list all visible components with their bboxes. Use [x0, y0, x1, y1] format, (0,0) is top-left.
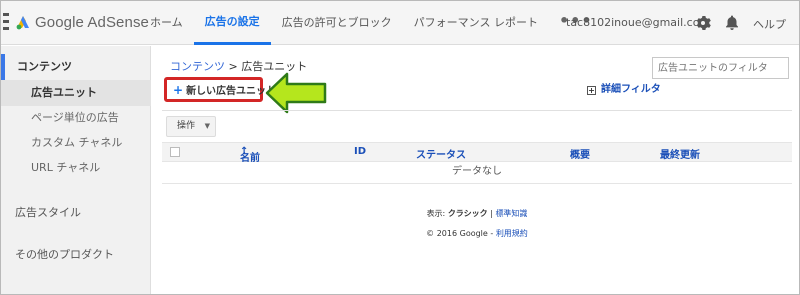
- sidebar-item-page-level-ads[interactable]: ページ単位の広告: [1, 105, 151, 131]
- advanced-filter-toggle[interactable]: + 詳細フィルタ: [587, 80, 661, 95]
- main-content: コンテンツ > 広告ユニット + 新しい広告ユニット +詳細フィルタ 操作 ▼ …: [152, 46, 799, 294]
- sidebar-item-ad-units[interactable]: 広告ユニット: [1, 80, 151, 106]
- new-ad-unit-button[interactable]: + 新しい広告ユニット: [164, 77, 276, 102]
- breadcrumb-content-link[interactable]: コンテンツ: [170, 60, 225, 73]
- tab-performance-reports[interactable]: パフォーマンス レポート: [403, 1, 549, 45]
- column-name[interactable]: 名前 ↑: [240, 146, 260, 164]
- empty-state-text: データなし: [162, 162, 792, 184]
- ad-units-table: 名前 ↑ ID ステータス 概要 最終更新 データなし: [162, 142, 792, 184]
- expand-icon: +: [587, 86, 596, 95]
- column-last-updated[interactable]: 最終更新: [660, 146, 700, 161]
- actions-dropdown[interactable]: 操作 ▼: [166, 116, 216, 137]
- sidebar-item-other-products[interactable]: その他のプロダクト: [1, 242, 151, 268]
- adsense-window: Google AdSense ホーム 広告の設定 広告の許可とブロック パフォー…: [0, 0, 800, 295]
- column-id[interactable]: ID: [354, 146, 366, 157]
- display-mode-row: 表示: クラシック | 標準知識: [162, 204, 792, 224]
- sidebar-item-url-channels[interactable]: URL チャネル: [1, 155, 151, 181]
- standard-mode-link[interactable]: 標準知識: [495, 209, 527, 218]
- copyright-row: © 2016 Google - 利用規約: [162, 224, 792, 244]
- account-email[interactable]: tac8102inoue@gmail.com: [566, 16, 710, 29]
- tab-ad-settings[interactable]: 広告の設定: [193, 1, 271, 45]
- menu-icon[interactable]: [3, 13, 9, 30]
- divider: [162, 110, 792, 111]
- main-nav: ホーム 広告の設定 広告の許可とブロック パフォーマンス レポート •••: [139, 1, 603, 45]
- terms-link[interactable]: 利用規約: [496, 229, 528, 238]
- gear-icon[interactable]: [695, 15, 711, 31]
- sidebar-item-ad-styles[interactable]: 広告スタイル: [1, 200, 151, 226]
- plus-icon: +: [173, 82, 184, 97]
- top-bar: Google AdSense ホーム 広告の設定 広告の許可とブロック パフォー…: [1, 1, 799, 45]
- column-status[interactable]: ステータス: [416, 146, 466, 161]
- sidebar: コンテンツ 広告ユニット ページ単位の広告 カスタム チャネル URL チャネル…: [1, 46, 151, 294]
- column-summary[interactable]: 概要: [570, 146, 590, 161]
- ad-unit-filter-input[interactable]: [652, 57, 789, 79]
- bell-icon[interactable]: [724, 14, 740, 31]
- footer: 表示: クラシック | 標準知識 © 2016 Google - 利用規約: [162, 204, 792, 244]
- breadcrumb-separator: >: [225, 60, 242, 73]
- select-all-checkbox[interactable]: [170, 147, 180, 157]
- advanced-filter-label: 詳細フィルタ: [601, 84, 661, 95]
- copyright-text: © 2016 Google -: [426, 229, 496, 238]
- help-link[interactable]: ヘルプ: [753, 16, 786, 32]
- tab-home[interactable]: ホーム: [139, 1, 194, 45]
- sidebar-item-custom-channels[interactable]: カスタム チャネル: [1, 130, 151, 156]
- chevron-down-icon: ▼: [204, 122, 210, 130]
- actions-label: 操作: [177, 121, 196, 131]
- display-label: 表示:: [426, 209, 448, 218]
- table-header: 名前 ↑ ID ステータス 概要 最終更新: [162, 142, 792, 164]
- sidebar-item-content[interactable]: コンテンツ: [1, 54, 151, 80]
- tab-allow-block[interactable]: 広告の許可とブロック: [271, 1, 403, 45]
- classic-mode: クラシック: [447, 209, 488, 218]
- adsense-logo-icon: [16, 16, 29, 30]
- app-title[interactable]: Google AdSense: [35, 14, 149, 31]
